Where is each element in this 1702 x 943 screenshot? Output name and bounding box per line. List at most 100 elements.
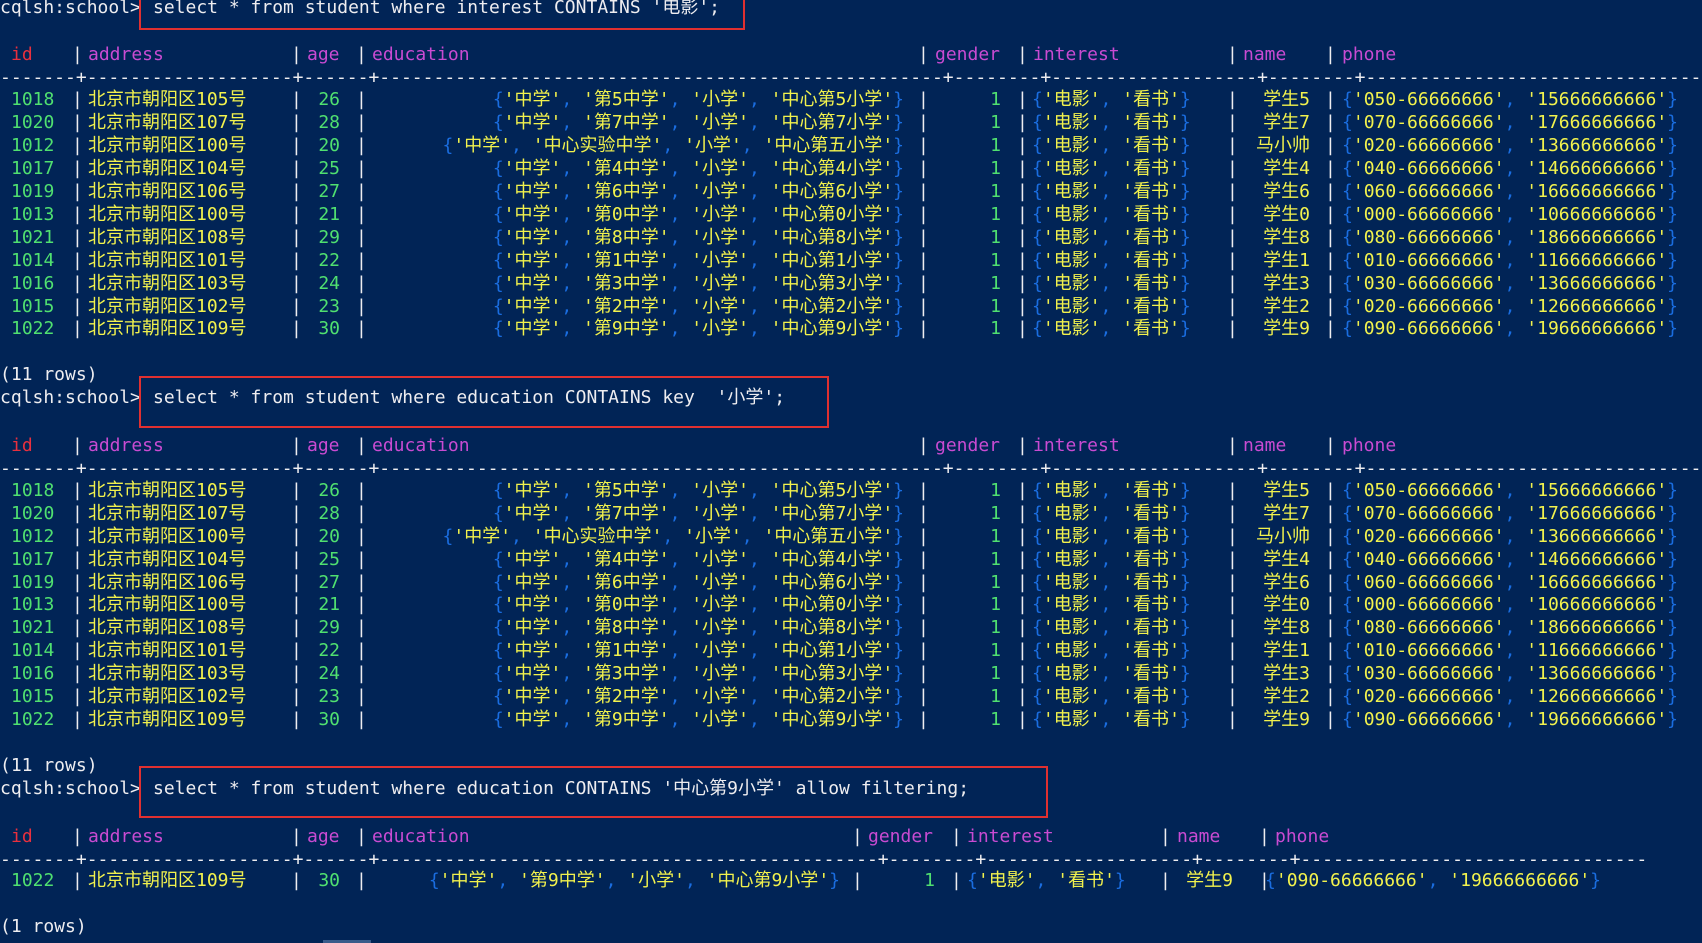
quote: ': [1493, 617, 1505, 638]
cell-address: 北京市朝阳区103号: [88, 273, 247, 294]
cell-phone: {'090-66666666', '19666666666'}: [1265, 869, 1601, 892]
column-header-age[interactable]: age: [307, 43, 340, 66]
list-comma: ,: [1100, 112, 1123, 133]
column-header-id[interactable]: id: [11, 43, 33, 66]
table-row: 1020 北京市朝阳区107号 28 {'中学', '第7中学', '小学', '中心…: [0, 111, 1702, 134]
list-comma: ,: [1100, 318, 1123, 339]
list-close-brace: }: [1667, 594, 1679, 615]
cell-education-item: 中学: [514, 640, 551, 661]
column-header-interest[interactable]: interest: [1033, 434, 1120, 457]
column-header-name[interactable]: name: [1243, 434, 1286, 457]
cell-name: 学生5: [1263, 89, 1310, 110]
cell-education-item: 小学: [702, 296, 739, 317]
list-close-brace: }: [1179, 112, 1191, 133]
quote: ': [1122, 318, 1134, 339]
column-header-age[interactable]: age: [307, 434, 340, 457]
list-comma: ,: [1100, 709, 1123, 730]
column-header-interest[interactable]: interest: [1033, 43, 1120, 66]
column-separator: |: [918, 273, 929, 294]
quote: ': [1352, 204, 1364, 225]
quote: ': [1042, 181, 1054, 202]
column-header-address[interactable]: address: [88, 825, 164, 848]
cell-education-item: 中学: [514, 250, 551, 271]
column-header-age[interactable]: age: [307, 825, 340, 848]
column-header-phone[interactable]: phone: [1275, 825, 1329, 848]
cell-phone-item: 17666666666: [1537, 503, 1657, 524]
cell-address: 北京市朝阳区105号: [88, 480, 247, 501]
list-open-brace: {: [1032, 158, 1043, 179]
list-comma: ,: [1100, 503, 1123, 524]
table-header-row: id address age education gender interest name p…: [0, 825, 1702, 848]
table-row: 1019 北京市朝阳区106号 27 {'中学', '第6中学', '小学', '中心…: [0, 571, 1702, 594]
cell-phone: {'070-66666666', '17666666666'}: [1342, 111, 1678, 134]
cell-phone-item: 16666666666: [1537, 572, 1657, 593]
quote: ': [1526, 549, 1538, 570]
column-header-address[interactable]: address: [88, 43, 164, 66]
quote: ': [1656, 158, 1668, 179]
list-comma: ,: [1504, 594, 1527, 615]
quote: ': [550, 112, 562, 133]
cell-phone-item: 16666666666: [1537, 181, 1657, 202]
quote: ': [1352, 640, 1364, 661]
cell-phone-item: 040-66666666: [1363, 549, 1494, 570]
quote: ': [1089, 526, 1101, 547]
list-open-brace: {: [1342, 296, 1353, 317]
cell-interest-item: 看书: [1133, 572, 1170, 593]
column-header-education[interactable]: education: [372, 825, 470, 848]
cell-interest-item: 电影: [1053, 549, 1090, 570]
column-header-education[interactable]: education: [372, 43, 470, 66]
cell-age: 23: [318, 296, 340, 317]
terminal-window[interactable]: cqlsh:school> select * from student where…: [0, 0, 1702, 943]
column-separator: |: [918, 112, 929, 133]
column-header-name[interactable]: name: [1243, 43, 1286, 66]
list-open-brace: {: [492, 572, 504, 593]
quote: ': [503, 480, 515, 501]
column-separator: |: [1325, 250, 1336, 271]
quote: ': [882, 158, 894, 179]
column-header-id[interactable]: id: [11, 825, 33, 848]
column-header-name[interactable]: name: [1177, 825, 1220, 848]
quote: ': [503, 549, 515, 570]
quote: ': [550, 273, 562, 294]
column-header-phone[interactable]: phone: [1342, 43, 1396, 66]
quote: ': [1042, 480, 1054, 501]
column-header-gender[interactable]: gender: [935, 43, 1000, 66]
list-close-brace: }: [1179, 549, 1191, 570]
cell-interest-item: 看书: [1133, 112, 1170, 133]
column-header-gender[interactable]: gender: [868, 825, 933, 848]
column-header-gender[interactable]: gender: [935, 434, 1000, 457]
list-comma: ,: [1100, 227, 1123, 248]
command-text[interactable]: select * from student where education CO…: [153, 777, 969, 800]
cell-education-item: 第9中学: [593, 318, 659, 339]
column-separator: |: [291, 826, 302, 847]
column-header-education[interactable]: education: [372, 434, 470, 457]
list-close-brace: }: [1667, 640, 1679, 661]
cell-age: 25: [318, 549, 340, 570]
cell-address: 北京市朝阳区102号: [88, 686, 247, 707]
cell-id: 1018: [11, 89, 55, 110]
column-header-address[interactable]: address: [88, 434, 164, 457]
quote: ': [691, 709, 703, 730]
column-header-id[interactable]: id: [11, 434, 33, 457]
quote: ': [550, 572, 562, 593]
column-separator: |: [1017, 686, 1028, 707]
list-comma: ,: [1504, 663, 1527, 684]
quote: ': [691, 296, 703, 317]
list-open-brace: {: [1032, 686, 1043, 707]
cell-address: 北京市朝阳区108号: [88, 617, 247, 638]
quote: ': [1089, 296, 1101, 317]
quote: ': [1089, 204, 1101, 225]
list-comma: ,: [561, 572, 584, 593]
quote: ': [1089, 594, 1101, 615]
cell-interest-item: 看书: [1133, 318, 1170, 339]
command-text[interactable]: select * from student where education CO…: [153, 386, 785, 409]
list-open-brace: {: [1032, 663, 1043, 684]
quote: ': [1656, 480, 1668, 501]
command-text[interactable]: select * from student where interest CON…: [153, 0, 720, 19]
quote: ': [1089, 503, 1101, 524]
list-comma: ,: [1504, 572, 1527, 593]
column-separator: |: [291, 158, 302, 179]
column-header-interest[interactable]: interest: [967, 825, 1054, 848]
quote: ': [550, 204, 562, 225]
column-header-phone[interactable]: phone: [1342, 434, 1396, 457]
